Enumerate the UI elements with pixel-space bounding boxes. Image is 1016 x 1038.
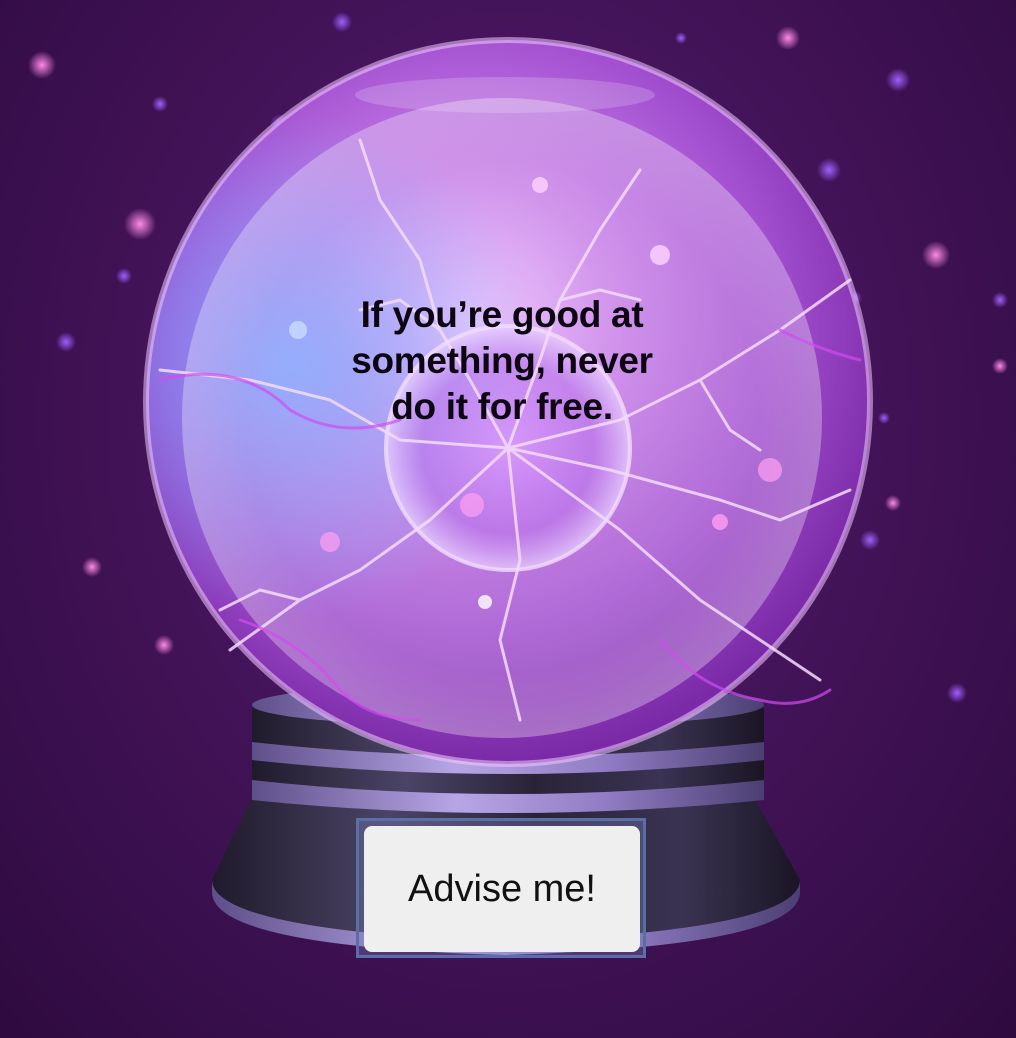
fortune-stage: If you’re good at something, never do it… [0, 0, 1016, 1038]
advise-me-button[interactable]: Advise me! [364, 826, 640, 952]
advice-text: If you’re good at something, never do it… [351, 294, 653, 427]
